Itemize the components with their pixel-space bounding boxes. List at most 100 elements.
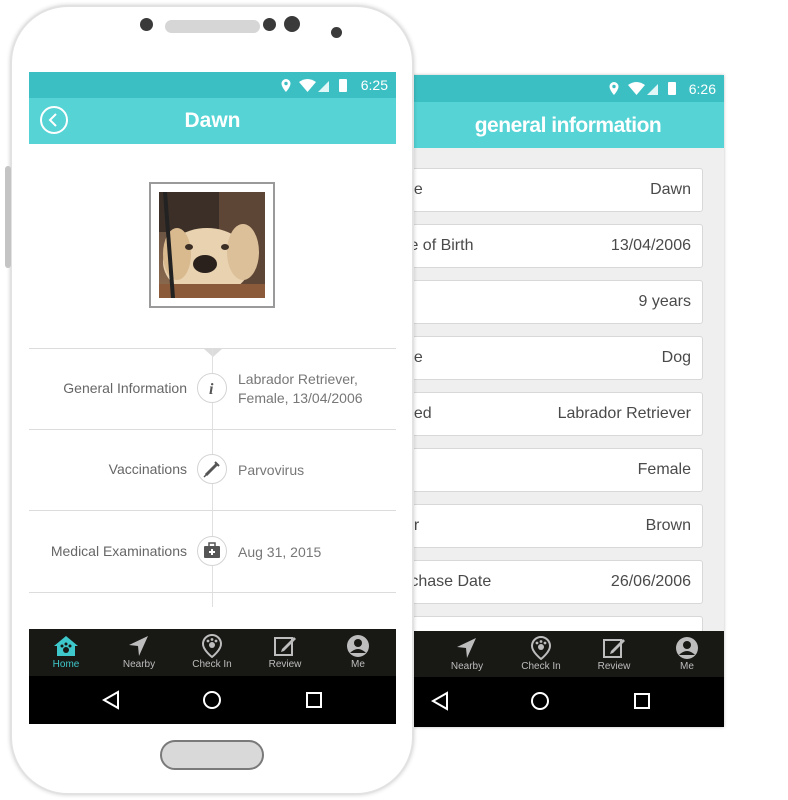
tab-nearby[interactable]: Nearby xyxy=(437,631,497,678)
status-icons xyxy=(609,82,676,95)
row-label: General Information xyxy=(63,380,187,396)
info-label: eed xyxy=(412,405,432,422)
status-time: 6:25 xyxy=(360,77,388,93)
divider xyxy=(29,510,396,511)
signal-icon xyxy=(318,81,329,92)
info-value: 26/06/2006 xyxy=(610,573,691,590)
tab-me[interactable]: Me xyxy=(657,631,717,678)
back-nav-icon[interactable] xyxy=(99,688,123,712)
info-value: Dog xyxy=(661,349,691,366)
side-button xyxy=(5,166,11,268)
paw-pin-icon xyxy=(530,636,552,660)
info-row-color[interactable]: or Brown xyxy=(412,504,703,548)
dog-photo xyxy=(159,192,265,298)
system-nav-bar xyxy=(29,676,396,724)
tab-nearby[interactable]: Nearby xyxy=(109,629,169,676)
row-value: Parvovirus xyxy=(238,462,305,478)
location-icon xyxy=(609,82,619,95)
battery-icon xyxy=(339,79,347,92)
info-row-age[interactable]: e 9 years xyxy=(412,280,703,324)
app-header: general information xyxy=(412,102,724,148)
user-icon xyxy=(676,637,698,659)
info-row-type[interactable]: pe Dog xyxy=(412,336,703,380)
light-sensor xyxy=(331,27,342,38)
info-value: 9 years xyxy=(638,293,691,310)
syringe-icon xyxy=(197,454,227,484)
row-value-line: Female, 13/04/2006 xyxy=(238,390,363,406)
edit-icon xyxy=(603,639,625,658)
tab-bar: Home Nearby Check In Review Me xyxy=(29,629,396,676)
home-nav-icon[interactable] xyxy=(200,688,224,712)
info-value: Brown xyxy=(645,517,691,534)
status-icons xyxy=(281,79,347,92)
info-value: Female xyxy=(637,461,691,478)
tab-label: Review xyxy=(597,661,631,672)
tab-label: Home xyxy=(52,659,80,670)
wifi-icon xyxy=(628,82,645,95)
tab-label: Nearby xyxy=(122,659,156,670)
medical-kit-icon xyxy=(197,536,227,566)
signal-icon xyxy=(647,84,658,95)
tab-review[interactable]: Review xyxy=(584,631,644,678)
edit-icon xyxy=(274,637,296,656)
navigation-arrow-icon xyxy=(457,638,476,658)
tab-review[interactable]: Review xyxy=(255,629,315,676)
tab-home[interactable]: Home xyxy=(36,629,96,676)
location-icon xyxy=(281,79,291,92)
row-label: Medical Examinations xyxy=(50,543,187,559)
tab-bar: Nearby Check In Review Me xyxy=(412,631,724,677)
home-nav-icon[interactable] xyxy=(528,689,552,713)
app-header: Dawn xyxy=(29,98,396,144)
sensor-dot xyxy=(263,18,276,31)
paw-pin-icon xyxy=(201,634,223,658)
tab-label: Check In xyxy=(521,661,561,672)
tab-check-in[interactable]: Check In xyxy=(182,629,242,676)
info-label: te of Birth xyxy=(412,237,474,254)
status-bar: 6:26 xyxy=(412,75,724,102)
status-time: 6:26 xyxy=(688,81,716,97)
row-value: Aug 31, 2015 xyxy=(238,544,322,560)
tab-label: Me xyxy=(680,661,694,672)
tab-check-in[interactable]: Check In xyxy=(511,631,571,678)
tab-label: Check In xyxy=(192,659,232,670)
dog-image xyxy=(159,192,265,298)
battery-icon xyxy=(668,82,676,95)
status-bar: 6:25 xyxy=(29,72,396,98)
row-value-line: Labrador Retriever, xyxy=(238,371,358,387)
info-value: Dawn xyxy=(650,181,691,198)
wifi-icon xyxy=(299,79,316,92)
speaker-grille xyxy=(165,20,260,33)
tab-me[interactable]: Me xyxy=(328,629,388,676)
info-value: Labrador Retriever xyxy=(557,405,691,422)
info-row-date-of-birth[interactable]: te of Birth 13/04/2006 xyxy=(412,224,703,268)
pointer-caret xyxy=(203,348,223,357)
front-camera xyxy=(284,16,300,32)
general-information-screen: 6:26 general information ne Dawn te of B… xyxy=(412,75,724,727)
info-label: rchase Date xyxy=(412,573,492,590)
row-value: Labrador Retriever, Female, 13/04/2006 xyxy=(238,370,363,408)
recents-nav-icon[interactable] xyxy=(630,689,654,713)
pet-photo[interactable] xyxy=(149,182,275,308)
info-row-breed[interactable]: eed Labrador Retriever xyxy=(412,392,703,436)
info-value: 13/04/2006 xyxy=(610,237,691,254)
page-title: general information xyxy=(474,114,662,137)
recents-nav-icon[interactable] xyxy=(302,688,326,712)
info-icon: i xyxy=(197,373,227,403)
back-nav-icon[interactable] xyxy=(428,689,452,713)
info-row-name[interactable]: ne Dawn xyxy=(412,168,703,212)
home-paw-icon xyxy=(54,636,78,656)
page-title: Dawn xyxy=(184,109,241,132)
user-icon xyxy=(347,635,369,657)
divider xyxy=(29,592,396,593)
navigation-arrow-icon xyxy=(129,636,148,656)
svg-text:i: i xyxy=(209,381,214,398)
row-label: Vaccinations xyxy=(108,461,187,477)
tab-label: Review xyxy=(268,659,302,670)
tab-label: Nearby xyxy=(450,661,484,672)
camera-dot xyxy=(140,18,153,31)
hardware-home-button[interactable] xyxy=(160,740,264,770)
pet-profile-screen: 6:25 Dawn General Information i Labrador… xyxy=(29,72,396,724)
info-row-purchase-date[interactable]: rchase Date 26/06/2006 xyxy=(412,560,703,604)
info-row-sex[interactable]: : Female xyxy=(412,448,703,492)
divider xyxy=(29,429,396,430)
